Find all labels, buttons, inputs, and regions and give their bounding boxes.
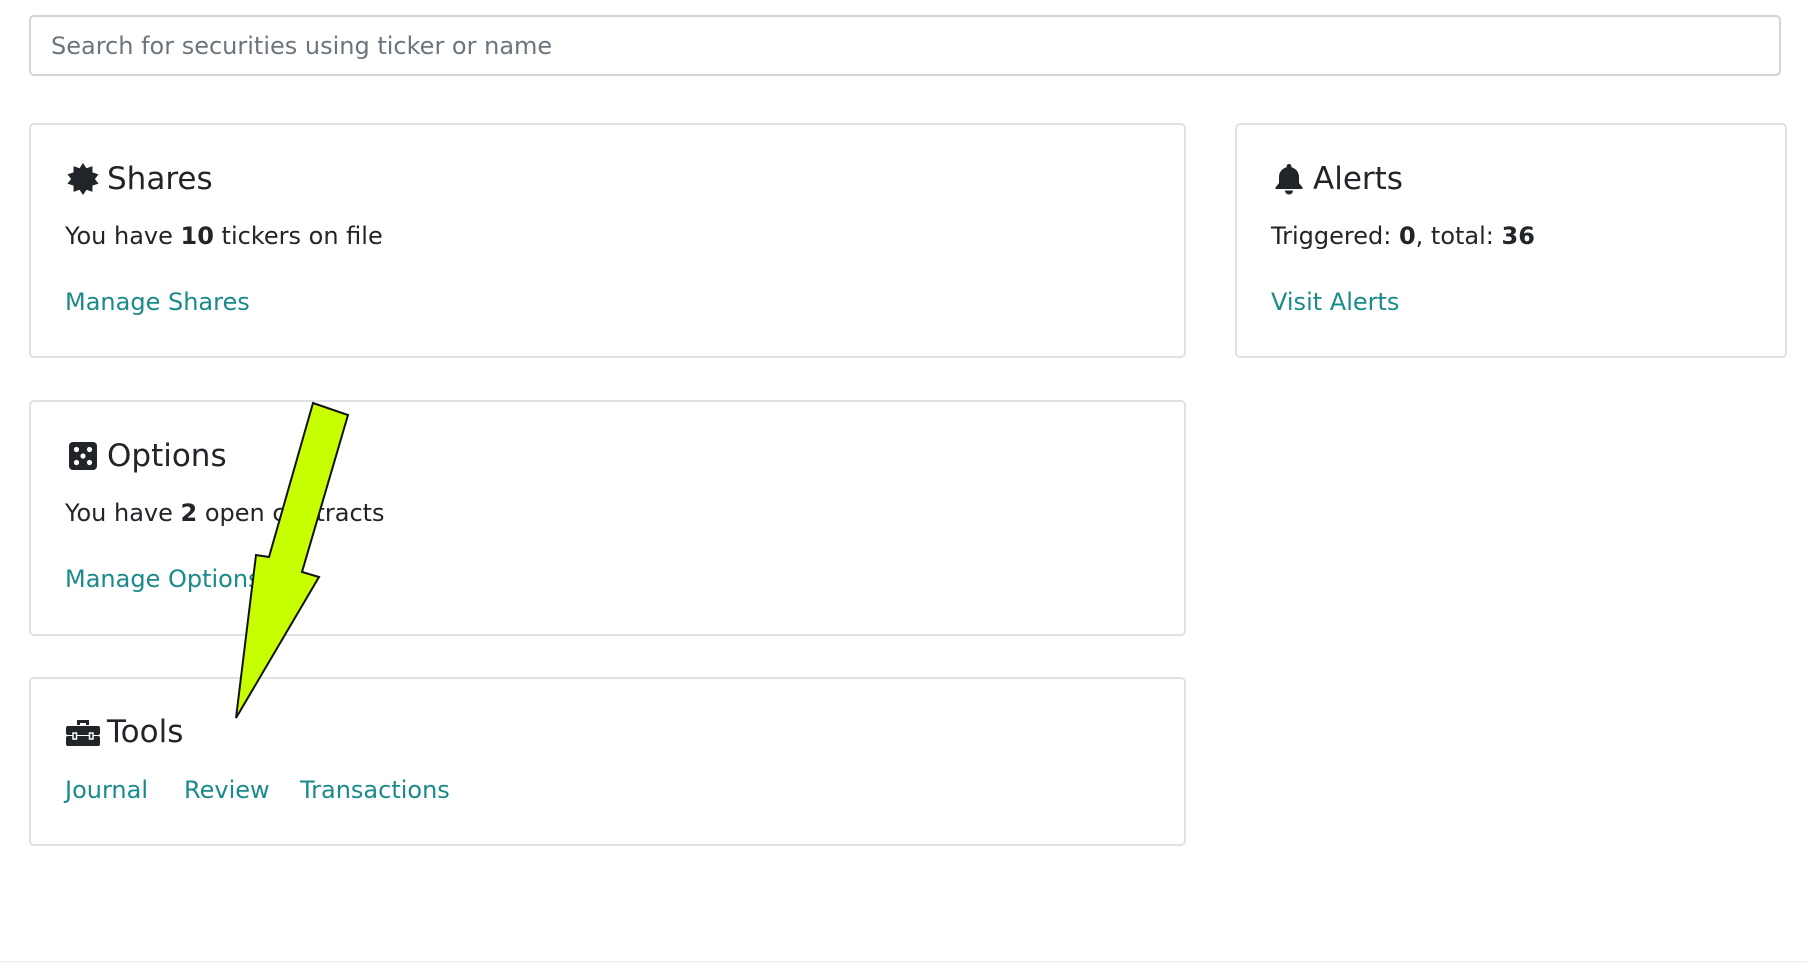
tools-title: Tools (65, 712, 183, 752)
shares-summary: You have 10 tickers on file (65, 222, 383, 250)
bell-icon (1271, 161, 1307, 197)
options-text-prefix: You have (65, 499, 181, 527)
alerts-triggered-count: 0 (1398, 222, 1416, 250)
shares-title-label: Shares (107, 161, 213, 197)
alerts-title-label: Alerts (1313, 161, 1403, 197)
review-link[interactable]: Review (184, 776, 270, 804)
journal-link[interactable]: Journal (65, 776, 148, 804)
alerts-total-count: 36 (1501, 222, 1535, 250)
options-text-suffix: open contracts (197, 499, 385, 527)
shares-card: Shares You have 10 tickers on file Manag… (29, 123, 1186, 358)
options-title: Options (65, 436, 227, 476)
tools-card: Tools Journal Review Transactions (29, 677, 1186, 846)
alerts-summary: Triggered: 0, total: 36 (1271, 222, 1535, 250)
manage-options-link[interactable]: Manage Options (65, 565, 261, 593)
options-summary: You have 2 open contracts (65, 499, 385, 527)
alerts-triggered-label: Triggered: (1271, 222, 1399, 250)
alerts-title: Alerts (1271, 159, 1403, 199)
certificate-icon (65, 161, 101, 197)
manage-shares-link[interactable]: Manage Shares (65, 288, 250, 316)
shares-text-prefix: You have (65, 222, 181, 250)
shares-title: Shares (65, 159, 213, 199)
visit-alerts-link[interactable]: Visit Alerts (1271, 288, 1399, 316)
search-input[interactable] (29, 15, 1781, 76)
tools-title-label: Tools (107, 714, 184, 750)
options-count: 2 (180, 499, 198, 527)
alerts-total-label: , total: (1415, 222, 1502, 250)
alerts-card: Alerts Triggered: 0, total: 36 Visit Ale… (1235, 123, 1787, 358)
options-card: Options You have 2 open contracts Manage… (29, 400, 1186, 636)
dice-icon (65, 438, 101, 474)
options-title-label: Options (107, 438, 227, 474)
shares-count: 10 (180, 222, 214, 250)
transactions-link[interactable]: Transactions (300, 776, 450, 804)
toolbox-icon (65, 714, 101, 750)
shares-text-suffix: tickers on file (213, 222, 383, 250)
